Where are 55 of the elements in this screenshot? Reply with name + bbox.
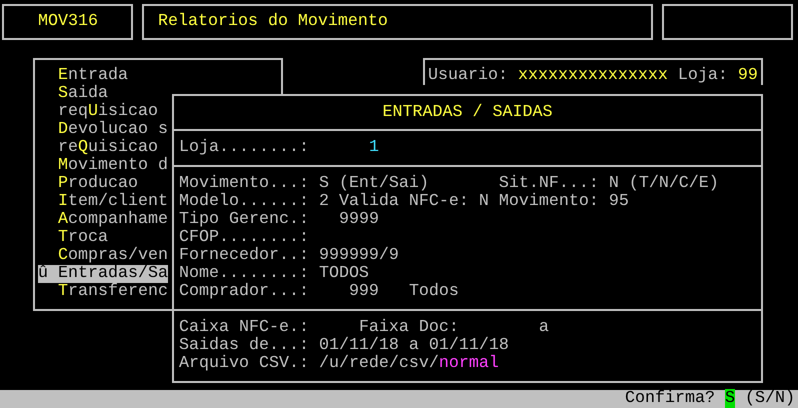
field-text: 01/11/18 bbox=[318, 337, 399, 355]
field-text: 1 bbox=[368, 139, 379, 157]
field-text: 2 bbox=[318, 193, 329, 211]
menu-item[interactable]: Movimento d bbox=[38, 157, 168, 175]
field-text: S (Ent/Sai) bbox=[318, 175, 429, 193]
menu-item[interactable]: Producao bbox=[38, 175, 138, 193]
field-text: Sit.NF...: bbox=[498, 175, 599, 193]
field-text: 95 bbox=[608, 193, 629, 211]
field-label: Loja........: bbox=[179, 139, 309, 157]
field-text: N bbox=[478, 193, 489, 211]
field-label: Nome........: bbox=[179, 265, 309, 283]
field-text: 01/11/18 bbox=[428, 337, 509, 355]
answer-field[interactable]: S bbox=[725, 389, 736, 408]
field-text: Valida NFC-e: bbox=[338, 193, 469, 211]
field-label: Caixa NFC-e.: bbox=[179, 319, 309, 337]
field-label: Tipo Gerenc.: bbox=[179, 211, 309, 229]
field-label: Comprador...: bbox=[179, 283, 309, 301]
confirm-prompt: Confirma? bbox=[625, 389, 716, 408]
field-text: N (T/N/C/E) bbox=[608, 175, 719, 193]
field-text: 9999 bbox=[338, 211, 379, 229]
menu-item[interactable]: reQuisicao bbox=[38, 139, 158, 157]
menu-item[interactable]: Compras/ven bbox=[38, 247, 168, 265]
field-label: Modelo......: bbox=[179, 193, 309, 211]
program-code: MOV316 bbox=[2, 4, 133, 40]
store-number: 99 bbox=[738, 66, 758, 85]
field-text: normal bbox=[438, 355, 499, 373]
field-label: CFOP........: bbox=[179, 229, 309, 247]
menu-item[interactable]: Item/client bbox=[38, 193, 168, 211]
field-text: Movimento: bbox=[498, 193, 599, 211]
field-label: Movimento...: bbox=[179, 175, 309, 193]
field-text: Todos bbox=[408, 283, 459, 301]
store-label: Loja: bbox=[678, 66, 728, 85]
screen-title: Relatorios do Movimento bbox=[142, 4, 653, 40]
field-label: Fornecedor..: bbox=[179, 247, 309, 265]
menu-item[interactable]: Acompanhame bbox=[38, 211, 168, 229]
user-name: xxxxxxxxxxxxxxx bbox=[518, 66, 668, 85]
field-text: Faixa Doc: bbox=[358, 319, 459, 337]
menu-item[interactable]: Transferenc bbox=[38, 283, 168, 301]
field-text: /u/rede/csv/ bbox=[318, 355, 439, 373]
menu-item[interactable]: Saida bbox=[38, 85, 108, 103]
field-label: Saidas de...: bbox=[179, 337, 309, 355]
answer-options: (S/N) bbox=[745, 389, 795, 408]
field-text: 999 bbox=[348, 283, 379, 301]
field-text: a bbox=[538, 319, 549, 337]
menu-item[interactable]: Devolucao s bbox=[38, 121, 168, 139]
menu-item[interactable]: Entrada bbox=[38, 67, 128, 85]
dialog-title: ENTRADAS / SAIDAS bbox=[382, 102, 554, 124]
menu-item[interactable]: Troca bbox=[38, 229, 108, 247]
field-label: Arquivo CSV.: bbox=[179, 355, 309, 373]
field-text: 999999/9 bbox=[318, 247, 399, 265]
field-text: TODOS bbox=[318, 265, 369, 283]
field-text: a bbox=[408, 337, 419, 355]
user-label: Usuario: bbox=[428, 66, 508, 85]
menu-item[interactable]: û Entradas/Sa bbox=[38, 265, 168, 283]
menu-item[interactable]: reqUisicao bbox=[38, 103, 158, 121]
